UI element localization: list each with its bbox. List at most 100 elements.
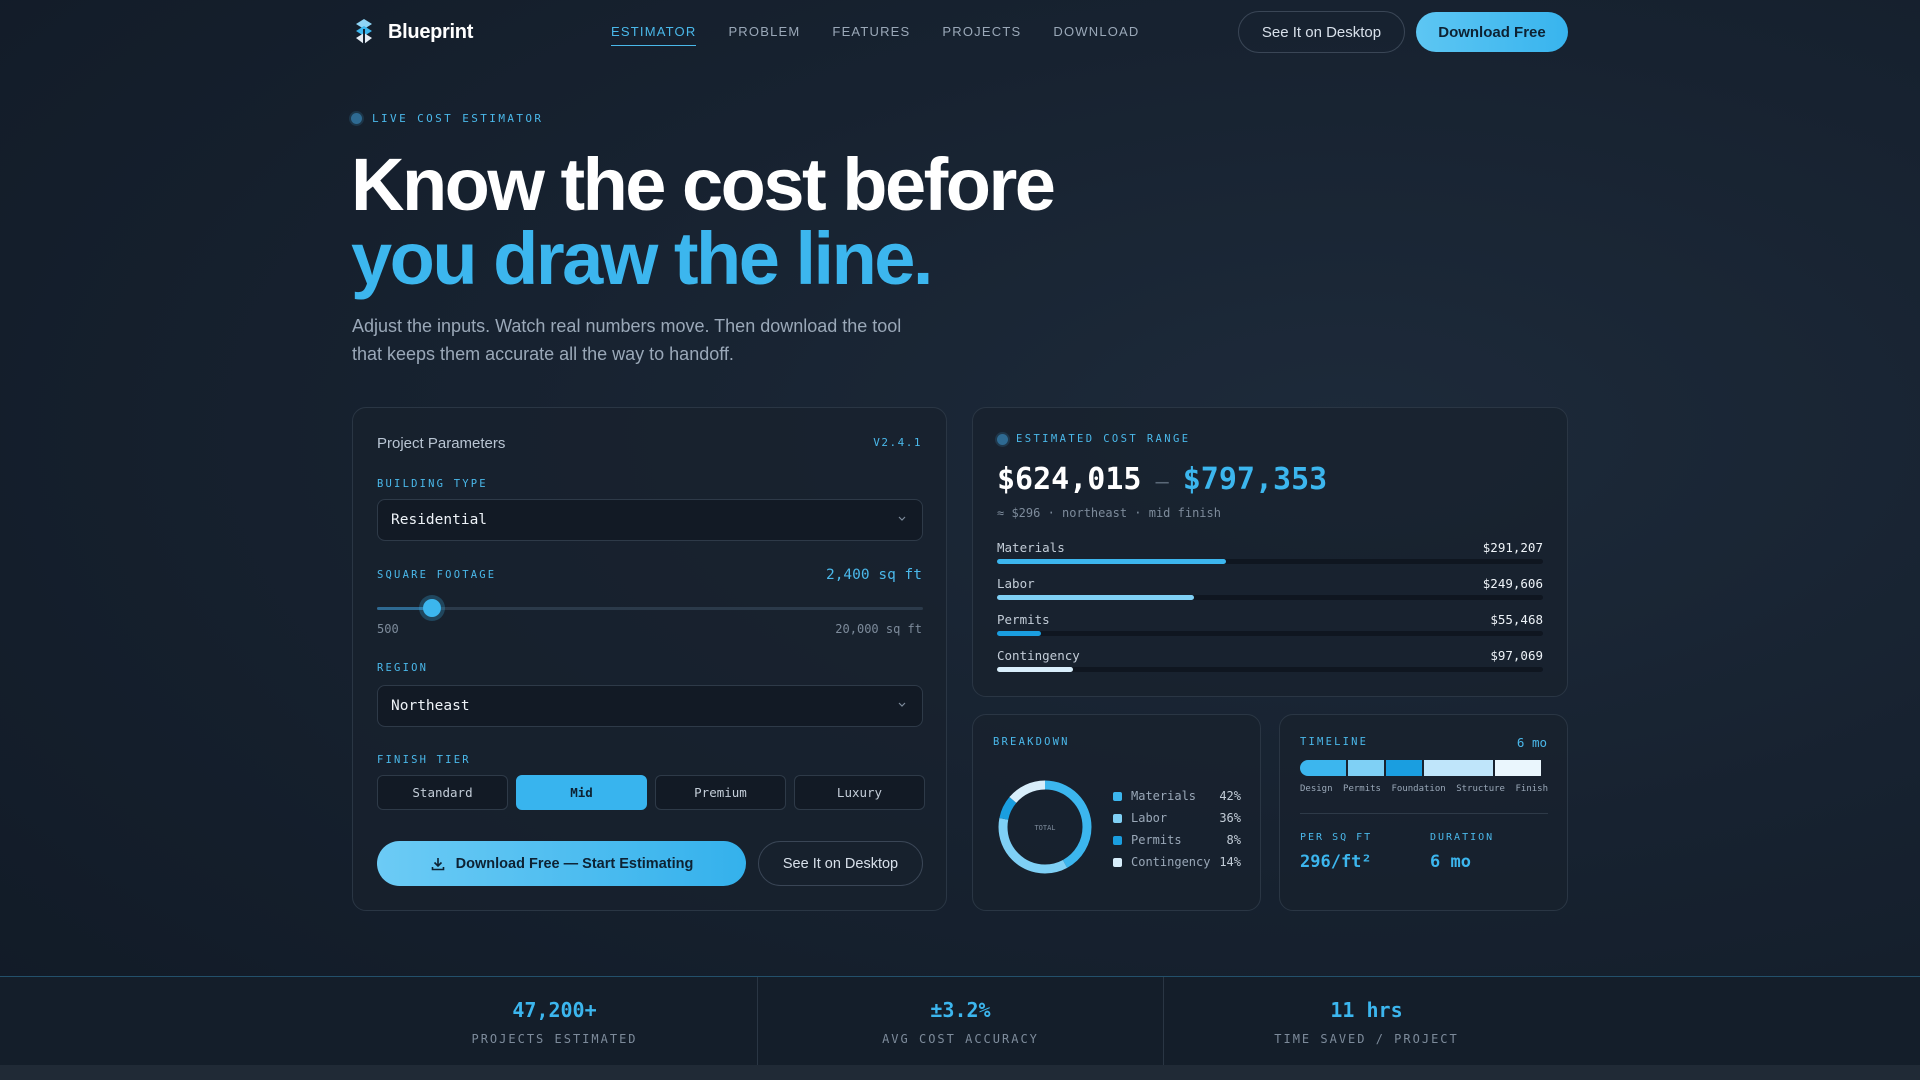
- stat-label: AVG COST ACCURACY: [882, 1031, 1039, 1046]
- footer-strip: [0, 1065, 1920, 1080]
- cost-row: Contingency $97,069: [997, 648, 1543, 684]
- breakdown-card: BREAKDOWN TOTAL Materials 42% Labor 36% …: [972, 714, 1261, 911]
- legend-name: Labor: [1131, 811, 1168, 825]
- legend-pct: 8%: [1226, 833, 1241, 847]
- legend-pct: 42%: [1219, 789, 1241, 803]
- cta-primary-label: Download Free — Start Estimating: [455, 855, 694, 872]
- see-desktop-secondary-button[interactable]: See It on Desktop: [758, 841, 923, 886]
- timeline-segment-foundation: [1385, 760, 1422, 776]
- legend-name: Contingency: [1131, 855, 1211, 869]
- download-start-estimating-button[interactable]: Download Free — Start Estimating: [377, 841, 746, 886]
- stat-time-saved: 11 hrs TIME SAVED / PROJECT: [1164, 977, 1569, 1066]
- legend-swatch: [1113, 813, 1122, 823]
- cost-bar-track: [997, 631, 1543, 636]
- cost-high: $797,353: [1182, 462, 1328, 497]
- cost-row: Labor $249,606: [997, 576, 1543, 612]
- cost-row-label: Labor: [997, 576, 1035, 591]
- chevron-down-icon: [898, 516, 906, 521]
- hero-title: Know the cost before: [351, 143, 1056, 226]
- see-desktop-button[interactable]: See It on Desktop: [1238, 11, 1405, 53]
- cost-meta: ≈ $296 · northeast · mid finish: [997, 506, 1221, 520]
- download-icon: [431, 857, 444, 870]
- params-title: Project Parameters: [377, 435, 506, 452]
- legend-pct: 36%: [1219, 811, 1241, 825]
- hero-subtitle: Adjust the inputs. Watch real numbers mo…: [352, 316, 902, 364]
- nav-link-estimator[interactable]: ESTIMATOR: [611, 24, 697, 46]
- cost-bar-track: [997, 595, 1543, 600]
- timeline-segment-design: [1300, 760, 1346, 776]
- tier-standard[interactable]: Standard: [377, 775, 508, 810]
- estimated-cost-card: ESTIMATED COST RANGE $624,015 — $797,353…: [972, 407, 1568, 697]
- stat-label: TIME SAVED / PROJECT: [1274, 1031, 1459, 1046]
- tier-mid[interactable]: Mid: [516, 775, 647, 810]
- tier-luxury[interactable]: Luxury: [794, 775, 925, 810]
- estimate-heading: ESTIMATED COST RANGE: [997, 433, 1190, 445]
- region-select[interactable]: Northeast: [377, 685, 923, 727]
- sqft-max-label: 20,000 sq ft: [835, 622, 922, 636]
- per-sqft-value: 296/ft²: [1300, 852, 1372, 872]
- square-footage-slider[interactable]: [377, 599, 923, 617]
- brand-name: Blueprint: [388, 20, 474, 43]
- blueprint-logo-icon: [356, 19, 372, 45]
- cost-low: $624,015: [997, 462, 1142, 497]
- legend-item: Materials 42%: [1113, 785, 1241, 807]
- timeline-heading: TIMELINE: [1300, 736, 1369, 748]
- stat-projects-estimated: 47,200+ PROJECTS ESTIMATED: [352, 977, 757, 1066]
- cost-row-value: $55,468: [1490, 612, 1543, 627]
- nav-links: ESTIMATOR PROBLEM FEATURES PROJECTS DOWN…: [611, 24, 1140, 46]
- hero-eyebrow: LIVE COST ESTIMATOR: [351, 112, 543, 125]
- building-type-label: BUILDING TYPE: [377, 478, 488, 490]
- stats-bar: 47,200+ PROJECTS ESTIMATED ±3.2% AVG COS…: [0, 976, 1920, 1066]
- legend-swatch: [1113, 857, 1122, 867]
- cost-row-label: Contingency: [997, 648, 1080, 663]
- timeline-segment-permits: [1347, 760, 1384, 776]
- cost-bar-fill: [997, 559, 1227, 564]
- square-footage-value: 2,400 sq ft: [825, 567, 922, 583]
- timeline-label: Permits: [1343, 784, 1381, 794]
- nav-link-features[interactable]: FEATURES: [832, 24, 910, 46]
- legend-pct: 14%: [1219, 855, 1241, 869]
- cost-row: Materials $291,207: [997, 540, 1543, 576]
- breakdown-heading: BREAKDOWN: [993, 736, 1070, 748]
- cost-bar-fill: [997, 667, 1074, 672]
- brand[interactable]: Blueprint: [352, 18, 473, 46]
- cost-dash: —: [1155, 470, 1169, 495]
- stat-value: ±3.2%: [930, 997, 991, 1022]
- region-label: REGION: [377, 662, 429, 674]
- cost-row-value: $291,207: [1482, 540, 1543, 555]
- nav-link-download[interactable]: DOWNLOAD: [1053, 24, 1139, 46]
- cost-row-label: Permits: [997, 612, 1050, 627]
- building-type-select[interactable]: Residential: [377, 499, 923, 541]
- timeline-label: Structure: [1456, 784, 1505, 794]
- download-free-button[interactable]: Download Free: [1416, 12, 1568, 52]
- nav-link-projects[interactable]: PROJECTS: [942, 24, 1021, 46]
- duration-label: DURATION: [1430, 832, 1495, 843]
- breakdown-donut-chart: TOTAL: [998, 780, 1092, 874]
- tier-premium[interactable]: Premium: [655, 775, 786, 810]
- timeline-card: TIMELINE 6 mo Design Permits Foundation …: [1279, 714, 1568, 911]
- cost-bar-fill: [997, 631, 1041, 636]
- building-type-value: Residential: [391, 512, 488, 528]
- finish-tier-group: Standard Mid Premium Luxury: [377, 775, 925, 810]
- donut-center-label: TOTAL: [1034, 824, 1055, 832]
- slider-thumb[interactable]: [422, 599, 441, 617]
- cost-bar-fill: [997, 595, 1194, 600]
- cost-bar-track: [997, 559, 1543, 564]
- nav-link-problem[interactable]: PROBLEM: [728, 24, 800, 46]
- project-parameters-card: Project Parameters V2.4.1 BUILDING TYPE …: [352, 407, 947, 911]
- legend-name: Permits: [1131, 833, 1182, 847]
- duration-value: 6 mo: [1430, 852, 1471, 872]
- stat-label: PROJECTS ESTIMATED: [471, 1031, 638, 1046]
- cost-row-value: $97,069: [1490, 648, 1543, 663]
- timeline-label: Finish: [1515, 784, 1548, 794]
- region-value: Northeast: [391, 698, 470, 714]
- timeline-label: Design: [1300, 784, 1333, 794]
- timeline-bar: [1300, 760, 1548, 776]
- status-dot-icon: [351, 113, 362, 124]
- top-nav: Blueprint ESTIMATOR PROBLEM FEATURES PRO…: [0, 0, 1920, 64]
- cost-row-value: $249,606: [1482, 576, 1543, 591]
- cost-range: $624,015 — $797,353: [997, 462, 1327, 497]
- eyebrow-text: LIVE COST ESTIMATOR: [372, 112, 544, 125]
- cost-rows: Materials $291,207 Labor $249,606 Permit…: [997, 540, 1543, 684]
- cost-row: Permits $55,468: [997, 612, 1543, 648]
